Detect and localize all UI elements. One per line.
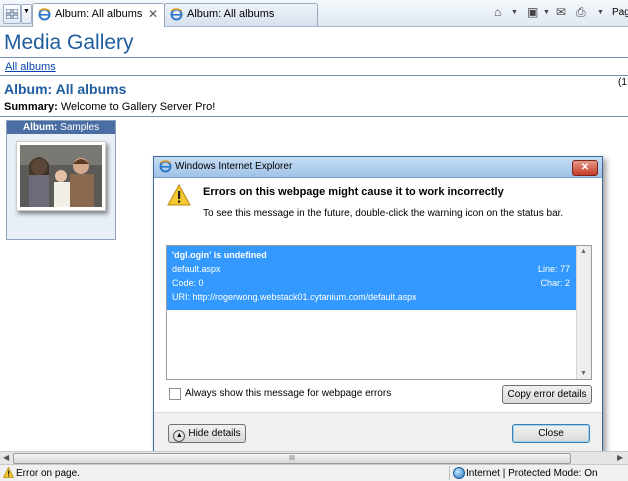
page-menu[interactable]: Pag bbox=[612, 7, 628, 18]
album-summary: Summary: Welcome to Gallery Server Pro! bbox=[4, 101, 215, 113]
error-message: 'dgl.ogin' is undefined bbox=[172, 250, 267, 260]
album-heading: Album: All albums bbox=[4, 81, 127, 97]
always-show-label[interactable]: Always show this message for webpage err… bbox=[185, 388, 391, 399]
chevron-down-icon: ▼ bbox=[23, 8, 30, 15]
page-indicator: (1 bbox=[618, 77, 627, 88]
caption-label: Album: bbox=[22, 122, 58, 133]
mail-icon[interactable]: ✉ bbox=[556, 5, 566, 19]
error-char: Char: 2 bbox=[540, 278, 570, 288]
close-tab-icon[interactable]: ✕ bbox=[148, 7, 158, 21]
dialog-titlebar[interactable]: Windows Internet Explorer ✕ bbox=[154, 157, 602, 178]
error-details-box[interactable]: 'dgl.ogin' is undefined default.aspx Lin… bbox=[166, 245, 592, 380]
error-uri: URI: http://rogerwong.webstack01.cytaniu… bbox=[172, 292, 417, 302]
chevron-down-icon[interactable]: ▼ bbox=[543, 9, 550, 16]
grid-icon bbox=[6, 9, 18, 19]
ie-icon bbox=[159, 160, 172, 173]
scrollbar-thumb[interactable]: III bbox=[13, 453, 571, 464]
thumbnail-caption: Album: Samples bbox=[7, 121, 115, 134]
collapse-icon: ▲ bbox=[173, 430, 186, 442]
copy-error-details-button[interactable]: Copy error details bbox=[502, 385, 592, 404]
chevron-down-icon[interactable]: ▼ bbox=[597, 9, 604, 16]
summary-label: Summary: bbox=[4, 101, 58, 113]
home-icon[interactable]: ⌂ bbox=[494, 5, 501, 19]
divider bbox=[0, 75, 628, 76]
dialog-body: Errors on this webpage might cause it to… bbox=[154, 178, 602, 412]
print-icon[interactable]: ⎙ bbox=[576, 5, 586, 20]
divider bbox=[0, 57, 628, 58]
quick-tabs-button[interactable] bbox=[3, 4, 21, 24]
scroll-up-icon[interactable]: ▲ bbox=[580, 248, 587, 255]
family-photo-image bbox=[20, 145, 102, 207]
divider bbox=[0, 116, 628, 117]
ie-icon bbox=[38, 8, 51, 21]
close-button[interactable]: Close bbox=[512, 424, 590, 443]
hide-details-label: Hide details bbox=[188, 428, 241, 439]
warning-icon bbox=[167, 184, 191, 206]
zone-text: Internet | Protected Mode: On bbox=[466, 468, 598, 479]
close-icon: ✕ bbox=[580, 162, 590, 173]
error-line: Line: 77 bbox=[537, 264, 570, 274]
error-box-scrollbar[interactable]: ▲ ▼ bbox=[576, 246, 591, 379]
hide-details-button[interactable]: ▲ Hide details bbox=[168, 424, 246, 443]
tab-album-1[interactable]: Album: All albums ✕ bbox=[32, 3, 165, 27]
dialog-title: Windows Internet Explorer bbox=[175, 161, 293, 172]
tab-list-dropdown[interactable]: ▼ bbox=[21, 4, 32, 24]
error-selected-entry[interactable]: 'dgl.ogin' is undefined default.aspx Lin… bbox=[167, 246, 576, 310]
security-zone[interactable]: Internet | Protected Mode: On bbox=[449, 466, 628, 480]
status-warning-icon[interactable] bbox=[3, 467, 14, 478]
tab-label: Album: All albums bbox=[187, 8, 275, 20]
feeds-icon[interactable]: ▣ bbox=[527, 5, 538, 19]
summary-text: Welcome to Gallery Server Pro! bbox=[60, 101, 216, 113]
gallery-title: Media Gallery bbox=[4, 31, 134, 54]
error-dialog: Windows Internet Explorer ✕ Errors on th… bbox=[153, 156, 603, 452]
globe-icon bbox=[453, 467, 465, 479]
breadcrumb-all-albums[interactable]: All albums bbox=[5, 61, 56, 73]
scroll-right-icon[interactable]: ▶ bbox=[617, 453, 623, 462]
tab-album-2[interactable]: Album: All albums bbox=[164, 3, 318, 26]
horizontal-scrollbar[interactable]: ◀ III ▶ bbox=[0, 451, 628, 464]
chevron-down-icon[interactable]: ▼ bbox=[511, 9, 518, 16]
status-bar: Error on page. Internet | Protected Mode… bbox=[0, 464, 628, 481]
dialog-heading: Errors on this webpage might cause it to… bbox=[203, 186, 504, 198]
tab-strip: ▼ Album: All albums ✕ Album: All albums … bbox=[0, 0, 628, 27]
album-photo[interactable] bbox=[16, 141, 106, 211]
dialog-hint: To see this message in the future, doubl… bbox=[203, 208, 564, 219]
scroll-down-icon[interactable]: ▼ bbox=[580, 370, 587, 377]
always-show-checkbox[interactable] bbox=[169, 388, 181, 400]
tab-label: Album: All albums bbox=[55, 8, 143, 20]
ie-icon bbox=[170, 8, 183, 21]
error-code: Code: 0 bbox=[172, 278, 204, 288]
dialog-close-button[interactable]: ✕ bbox=[572, 160, 598, 176]
caption-value: Samples bbox=[60, 122, 100, 133]
status-text: Error on page. bbox=[16, 468, 80, 479]
error-file: default.aspx bbox=[172, 264, 221, 274]
dialog-footer-divider bbox=[154, 412, 602, 413]
scroll-left-icon[interactable]: ◀ bbox=[3, 453, 9, 462]
album-thumbnail-samples[interactable]: Album: Samples bbox=[6, 120, 116, 240]
